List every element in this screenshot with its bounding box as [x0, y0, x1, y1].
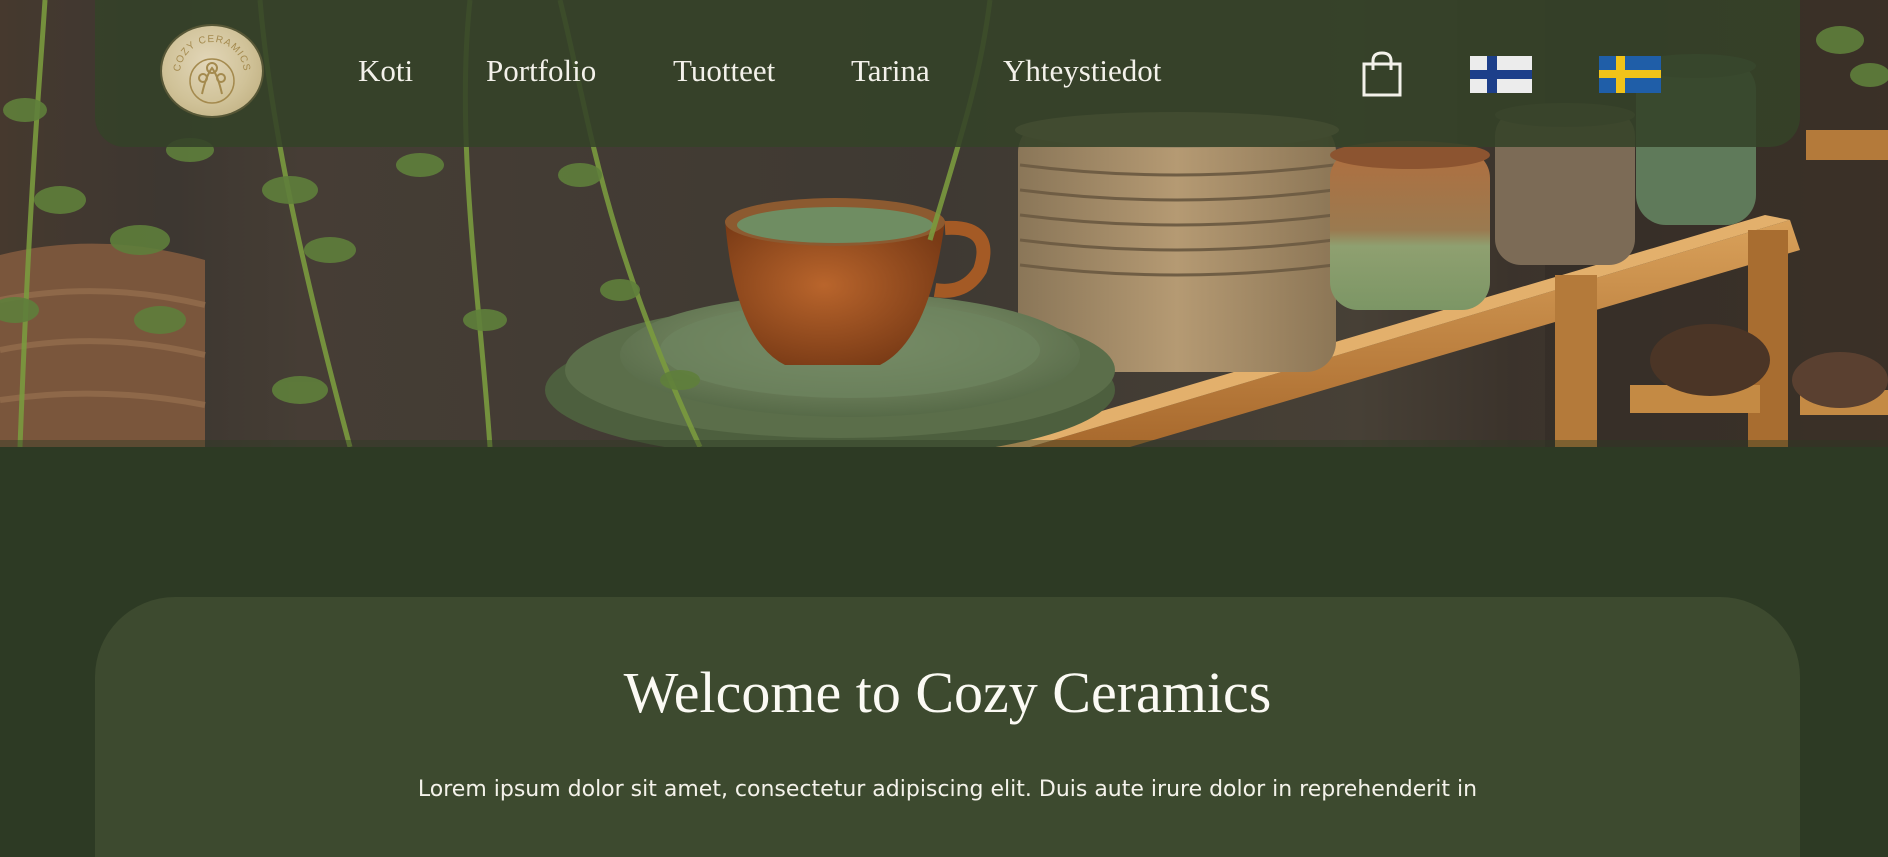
page-title: Welcome to Cozy Ceramics — [623, 660, 1272, 725]
swedish-flag-icon[interactable] — [1599, 56, 1661, 93]
logo-emblem: COZY CERAMICS — [172, 34, 251, 104]
nav-link-tuotteet[interactable]: Tuotteet — [673, 50, 775, 92]
nav-link-portfolio[interactable]: Portfolio — [486, 50, 596, 92]
brand-logo[interactable]: COZY CERAMICS — [162, 26, 262, 116]
nav-link-tarina[interactable]: Tarina — [851, 50, 930, 92]
welcome-section: Welcome to Cozy Ceramics Lorem ipsum dol… — [95, 597, 1800, 857]
finnish-flag-icon[interactable] — [1470, 56, 1532, 93]
nav-link-yhteystiedot[interactable]: Yhteystiedot — [1003, 50, 1161, 92]
shopping-bag-icon[interactable] — [1361, 50, 1403, 98]
nav-link-koti[interactable]: Koti — [358, 50, 413, 92]
site-header: COZY CERAMICS Koti Portfolio Tuotteet Ta… — [95, 0, 1800, 147]
intro-text: Lorem ipsum dolor sit amet, consectetur … — [417, 777, 1478, 802]
